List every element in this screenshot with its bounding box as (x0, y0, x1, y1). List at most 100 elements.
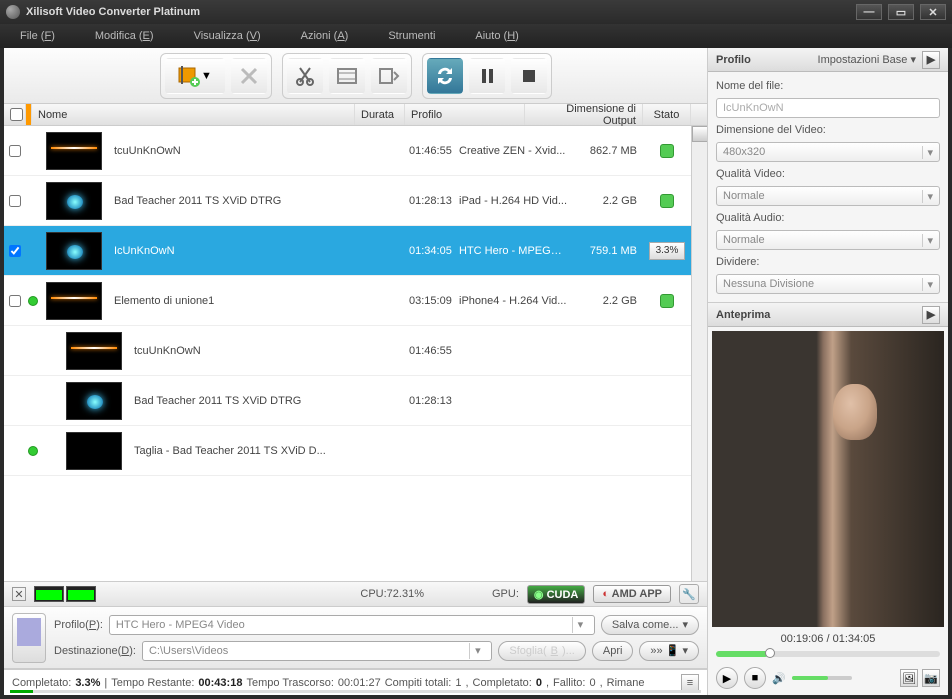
cpu-meters (34, 586, 96, 602)
menu-file[interactable]: File (F) (20, 30, 55, 42)
file-duration: 01:34:05 (403, 245, 453, 257)
seek-slider[interactable] (716, 651, 940, 657)
export-button[interactable]: »» 📱 ▾ (639, 641, 699, 661)
open-button[interactable]: Apri (592, 641, 634, 661)
col-profile[interactable]: Profilo (405, 104, 525, 125)
snapshot-icon[interactable]: 📷 (922, 669, 940, 687)
file-list[interactable]: tcuUnKnOwN01:46:55Creative ZEN - Xvid...… (4, 126, 691, 581)
table-row[interactable]: Bad Teacher 2011 TS XViD DTRG01:28:13 (4, 376, 691, 426)
file-profile: iPad - H.264 HD Vid... (453, 195, 573, 207)
expand-preview-icon[interactable]: ▶ (922, 306, 940, 324)
profile-bar: Profilo(P): HTC Hero - MPEG4 Video▾ Salv… (4, 607, 707, 669)
delete-button[interactable] (231, 58, 267, 94)
file-name: tcuUnKnOwN (128, 345, 403, 357)
cut-button[interactable] (287, 58, 323, 94)
maximize-button[interactable]: ▭ (888, 4, 914, 20)
file-duration: 01:46:55 (403, 345, 453, 357)
filename-label: Nome del file: (716, 80, 940, 92)
profile-label: Profilo(P): (54, 619, 103, 631)
file-size: 862.7 MB (573, 145, 643, 157)
menu-edit[interactable]: Modifica (E) (95, 30, 154, 42)
menu-help[interactable]: Aiuto (H) (475, 30, 518, 42)
thumbnail (46, 282, 102, 320)
table-row[interactable]: Bad Teacher 2011 TS XViD DTRG01:28:13iPa… (4, 176, 691, 226)
expand-profile-icon[interactable]: ▶ (922, 51, 940, 69)
file-status: 3.3% (643, 242, 691, 260)
cpu-label: CPU:72.31% (360, 588, 424, 600)
table-row[interactable]: tcuUnKnOwN01:46:55 (4, 326, 691, 376)
snapshot-folder-icon[interactable]: 🖼 (900, 669, 918, 687)
row-checkbox[interactable] (9, 245, 21, 257)
file-duration: 01:28:13 (403, 195, 453, 207)
video-preview[interactable] (712, 331, 944, 627)
titlebar[interactable]: Xilisoft Video Converter Platinum — ▭ ✕ (0, 0, 952, 24)
thumbnail (66, 432, 122, 470)
menu-view[interactable]: Visualizza (V) (194, 30, 261, 42)
amd-badge[interactable]: ◐ AMD APP (593, 585, 671, 603)
col-duration[interactable]: Durata (355, 104, 405, 125)
videosize-select[interactable]: 480x320▾ (716, 142, 940, 162)
row-checkbox[interactable] (9, 195, 21, 207)
add-file-button[interactable]: ▼ (165, 58, 225, 94)
file-status (643, 294, 691, 308)
file-size: 759.1 MB (573, 245, 643, 257)
table-row[interactable]: IcUnKnOwN01:34:05HTC Hero - MPEG4 ...759… (4, 226, 691, 276)
volume-icon[interactable]: 🔊 (772, 672, 786, 685)
aq-select[interactable]: Normale▾ (716, 230, 940, 250)
close-meters-button[interactable]: ✕ (12, 587, 26, 601)
thumbnail (66, 382, 122, 420)
table-row[interactable]: tcuUnKnOwN01:46:55Creative ZEN - Xvid...… (4, 126, 691, 176)
thumbnail (46, 182, 102, 220)
status-menu-icon[interactable]: ≡ (681, 674, 699, 692)
col-outsize[interactable]: Dimensione di Output (525, 104, 643, 125)
join-indicator-icon (28, 446, 38, 456)
vq-label: Qualità Video: (716, 168, 940, 180)
base-settings-link[interactable]: Impostazioni Base ▾ (818, 53, 916, 66)
save-as-button[interactable]: Salva come... ▾ (601, 615, 699, 635)
table-row[interactable]: Taglia - Bad Teacher 2011 TS XViD D... (4, 426, 691, 476)
videosize-label: Dimensione del Video: (716, 124, 940, 136)
effects-button[interactable] (329, 58, 365, 94)
minimize-button[interactable]: — (856, 4, 882, 20)
select-all-checkbox[interactable] (10, 108, 23, 121)
pause-button[interactable] (469, 58, 505, 94)
stop-button[interactable] (511, 58, 547, 94)
file-profile: iPhone4 - H.264 Vid... (453, 295, 573, 307)
dest-combo[interactable]: C:\Users\Videos▾ (142, 641, 492, 661)
filename-input[interactable]: IcUnKnOwN (716, 98, 940, 118)
file-status (643, 144, 691, 158)
file-name: tcuUnKnOwN (108, 145, 403, 157)
settings-icon[interactable]: 🔧 (679, 584, 699, 604)
close-button[interactable]: ✕ (920, 4, 946, 20)
dest-label: Destinazione(D): (54, 645, 136, 657)
merge-button[interactable] (371, 58, 407, 94)
row-checkbox[interactable] (9, 295, 21, 307)
volume-slider[interactable] (792, 676, 852, 680)
file-size: 2.2 GB (573, 295, 643, 307)
col-status[interactable]: Stato (643, 104, 691, 125)
stop-preview-button[interactable]: ■ (744, 667, 766, 689)
play-button[interactable]: ▶ (716, 667, 738, 689)
file-size: 2.2 GB (573, 195, 643, 207)
cuda-badge[interactable]: ◉ CUDA (527, 585, 585, 604)
convert-button[interactable] (427, 58, 463, 94)
vq-select[interactable]: Normale▾ (716, 186, 940, 206)
profile-panel: Nome del file: IcUnKnOwN Dimensione del … (708, 72, 948, 303)
vertical-scrollbar[interactable] (691, 126, 707, 581)
file-duration: 01:28:13 (403, 395, 453, 407)
app-icon (6, 5, 20, 19)
col-name[interactable]: Nome (32, 104, 355, 125)
thumbnail (66, 332, 122, 370)
right-pane: Profilo Impostazioni Base ▾ ▶ Nome del f… (708, 48, 948, 695)
browse-button[interactable]: Sfoglia(B)... (498, 641, 585, 661)
row-checkbox[interactable] (9, 145, 21, 157)
menu-tools[interactable]: Strumenti (388, 30, 435, 42)
app-window: Xilisoft Video Converter Platinum — ▭ ✕ … (0, 0, 952, 699)
menu-actions[interactable]: Azioni (A) (301, 30, 349, 42)
profile-panel-header: Profilo Impostazioni Base ▾ ▶ (708, 48, 948, 72)
profile-combo[interactable]: HTC Hero - MPEG4 Video▾ (109, 615, 595, 635)
file-name: Bad Teacher 2011 TS XViD DTRG (128, 395, 403, 407)
split-select[interactable]: Nessuna Divisione▾ (716, 274, 940, 294)
thumbnail (46, 232, 102, 270)
table-row[interactable]: Elemento di unione103:15:09iPhone4 - H.2… (4, 276, 691, 326)
